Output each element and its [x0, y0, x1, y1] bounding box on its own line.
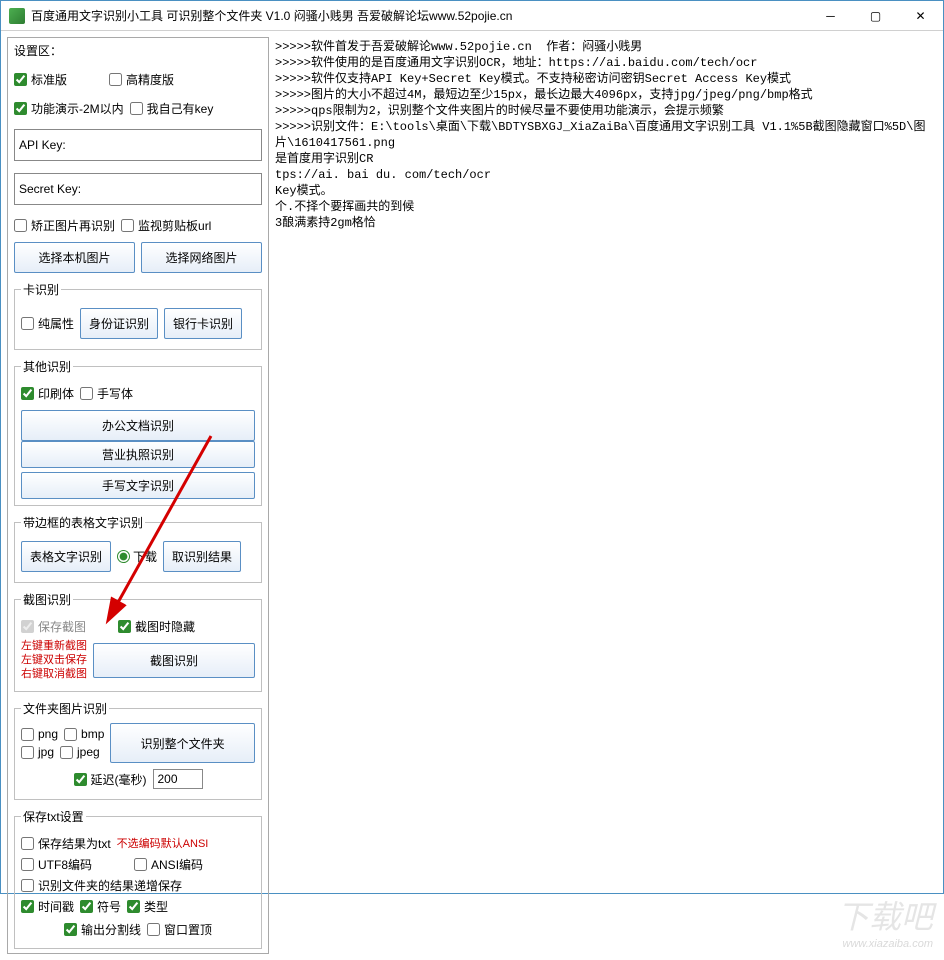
print-checkbox[interactable]: 印刷体 [21, 385, 74, 402]
save-shot-checkbox: 保存截图 [21, 618, 86, 635]
utf8-checkbox[interactable]: UTF8编码 [21, 856, 92, 873]
save-txt-checkbox[interactable]: 保存结果为txt [21, 835, 111, 852]
folder-group: 文件夹图片识别 png bmp jpg jpeg 识别整个文件夹 [14, 700, 262, 800]
table-group-title: 带边框的表格文字识别 [21, 514, 145, 531]
hand-label: 手写体 [97, 385, 133, 402]
table-ocr-button[interactable]: 表格文字识别 [21, 541, 111, 572]
demo-2m-checkbox[interactable]: 功能演示-2M以内 [14, 100, 124, 117]
api-key-label: API Key: [19, 138, 93, 152]
append-checkbox[interactable]: 识别文件夹的结果递增保存 [21, 877, 182, 894]
minimize-button[interactable]: ─ [808, 1, 853, 30]
jpeg-checkbox[interactable]: jpeg [60, 745, 100, 759]
card-group: 卡识别 纯属性 身份证识别 银行卡识别 [14, 281, 262, 350]
save-shot-label: 保存截图 [38, 618, 86, 635]
output-log[interactable]: >>>>>软件首发于吾爱破解论www.52pojie.cn 作者：闷骚小贱男 >… [273, 37, 937, 954]
high-precision-label: 高精度版 [126, 71, 174, 88]
settings-label: 设置区： [14, 42, 262, 59]
download-radio[interactable]: 下载 [117, 548, 157, 565]
shot-recognize-button[interactable]: 截图识别 [93, 643, 255, 678]
delay-checkbox[interactable]: 延迟(毫秒) [74, 771, 147, 788]
pure-attr-label: 纯属性 [38, 315, 74, 332]
hide-on-shot-label: 截图时隐藏 [135, 618, 195, 635]
rerecognize-label: 矫正图片再识别 [31, 217, 115, 234]
download-label: 下载 [133, 548, 157, 565]
shot-group-title: 截图识别 [21, 591, 73, 608]
hand-checkbox[interactable]: 手写体 [80, 385, 133, 402]
monitor-clip-label: 监视剪贴板url [138, 217, 211, 234]
license-button[interactable]: 营业执照识别 [21, 441, 255, 468]
symbol-checkbox[interactable]: 符号 [80, 898, 121, 915]
pure-attr-checkbox[interactable]: 纯属性 [21, 315, 74, 332]
secret-key-field: Secret Key: [14, 173, 262, 205]
bank-card-button[interactable]: 银行卡识别 [164, 308, 242, 339]
table-group: 带边框的表格文字识别 表格文字识别 下载 取识别结果 [14, 514, 262, 583]
demo-2m-label: 功能演示-2M以内 [31, 100, 124, 117]
own-key-label: 我自己有key [147, 100, 214, 117]
other-group: 其他识别 印刷体 手写体 办公文档识别 [14, 358, 262, 506]
card-group-title: 卡识别 [21, 281, 61, 298]
standard-checkbox[interactable]: 标准版 [14, 71, 67, 88]
hide-on-shot-checkbox[interactable]: 截图时隐藏 [118, 618, 195, 635]
folder-group-title: 文件夹图片识别 [21, 700, 109, 717]
recognize-folder-button[interactable]: 识别整个文件夹 [110, 723, 255, 763]
secret-key-input[interactable] [97, 180, 257, 198]
close-button[interactable]: ✕ [898, 1, 943, 30]
office-doc-button[interactable]: 办公文档识别 [21, 410, 255, 441]
standard-label: 标准版 [31, 71, 67, 88]
print-label: 印刷体 [38, 385, 74, 402]
handwrite-button[interactable]: 手写文字识别 [21, 472, 255, 499]
png-checkbox[interactable]: png [21, 727, 58, 741]
app-icon [9, 8, 25, 24]
own-key-checkbox[interactable]: 我自己有key [130, 100, 214, 117]
id-card-button[interactable]: 身份证识别 [80, 308, 158, 339]
type-checkbox[interactable]: 类型 [127, 898, 168, 915]
delay-input[interactable] [153, 769, 203, 789]
other-group-title: 其他识别 [21, 358, 73, 375]
no-encoding-hint: 不选编码默认ANSI [117, 837, 209, 851]
topmost-checkbox[interactable]: 窗口置顶 [147, 921, 212, 938]
api-key-field: API Key: [14, 129, 262, 161]
high-precision-checkbox[interactable]: 高精度版 [109, 71, 174, 88]
shot-group: 截图识别 保存截图 截图时隐藏 左键重新截图 左键双击保存 右键取消截图 [14, 591, 262, 692]
monitor-clip-checkbox[interactable]: 监视剪贴板url [121, 217, 211, 234]
bmp-checkbox[interactable]: bmp [64, 727, 104, 741]
jpg-checkbox[interactable]: jpg [21, 745, 54, 759]
sep-line-checkbox[interactable]: 输出分割线 [64, 921, 141, 938]
maximize-button[interactable]: ▢ [853, 1, 898, 30]
timestamp-checkbox[interactable]: 时间戳 [21, 898, 74, 915]
select-local-image-button[interactable]: 选择本机图片 [14, 242, 135, 273]
rerecognize-checkbox[interactable]: 矫正图片再识别 [14, 217, 115, 234]
secret-key-label: Secret Key: [19, 182, 93, 196]
shot-hints: 左键重新截图 左键双击保存 右键取消截图 [21, 639, 87, 681]
ansi-checkbox[interactable]: ANSI编码 [134, 856, 203, 873]
api-key-input[interactable] [97, 136, 257, 154]
titlebar: 百度通用文字识别小工具 可识别整个文件夹 V1.0 闷骚小贱男 吾爱破解论坛ww… [1, 1, 943, 31]
delay-label: 延迟(毫秒) [91, 771, 147, 788]
settings-panel: 设置区： 标准版 高精度版 功能演示-2M以内 我自己有key AP [7, 37, 269, 954]
window-title: 百度通用文字识别小工具 可识别整个文件夹 V1.0 闷骚小贱男 吾爱破解论坛ww… [31, 7, 808, 24]
select-net-image-button[interactable]: 选择网络图片 [141, 242, 262, 273]
get-result-button[interactable]: 取识别结果 [163, 541, 241, 572]
txt-group-title: 保存txt设置 [21, 808, 86, 825]
txt-group: 保存txt设置 保存结果为txt 不选编码默认ANSI UTF8编码 ANSI编… [14, 808, 262, 949]
